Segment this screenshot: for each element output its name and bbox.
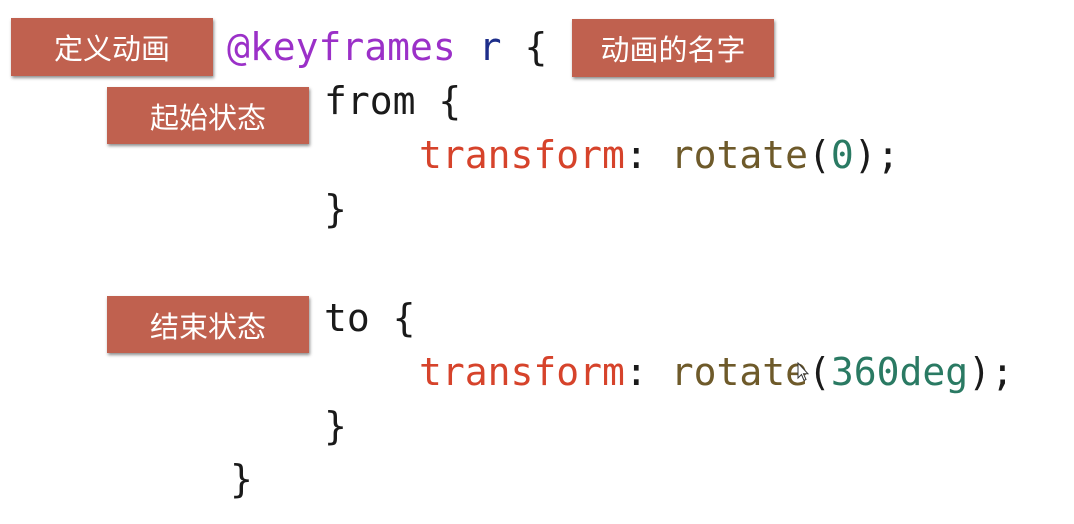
- label-end-state: 结束状态: [107, 296, 309, 353]
- code-line-to-transform: transform: rotate(360deg);: [419, 350, 1014, 394]
- animation-name: r: [478, 25, 502, 69]
- colon: :: [624, 350, 648, 394]
- code-line-from-close: }: [324, 186, 347, 232]
- rotate-function: rotate: [670, 350, 808, 394]
- code-line-to: to {: [324, 295, 416, 341]
- open-brace: {: [524, 25, 548, 69]
- code-line-keyframes-close: }: [230, 456, 253, 502]
- mouse-cursor-icon: [797, 362, 809, 382]
- label-animation-name: 动画的名字: [572, 19, 774, 77]
- open-brace: {: [438, 79, 462, 123]
- close-brace: }: [230, 457, 253, 501]
- code-line-keyframes: @keyframes r {: [227, 24, 547, 70]
- transform-property: transform: [419, 133, 625, 177]
- close-brace: }: [324, 187, 347, 231]
- at-rule-keyword: @keyframes: [227, 25, 456, 69]
- open-brace: {: [392, 296, 416, 340]
- rotate-function: rotate: [670, 133, 808, 177]
- transform-property: transform: [419, 350, 625, 394]
- from-keyword: from: [324, 79, 416, 123]
- label-start-state: 起始状态: [107, 87, 309, 144]
- to-keyword: to: [324, 296, 370, 340]
- colon: :: [624, 133, 648, 177]
- rotate-to-value: 360deg: [830, 350, 969, 394]
- rotate-from-value: 0: [830, 133, 854, 177]
- code-line-to-close: }: [324, 403, 347, 449]
- close-brace: }: [324, 404, 347, 448]
- code-line-from-transform: transform: rotate(0);: [419, 133, 900, 177]
- label-define-animation: 定义动画: [11, 18, 213, 76]
- code-line-from: from {: [324, 78, 461, 124]
